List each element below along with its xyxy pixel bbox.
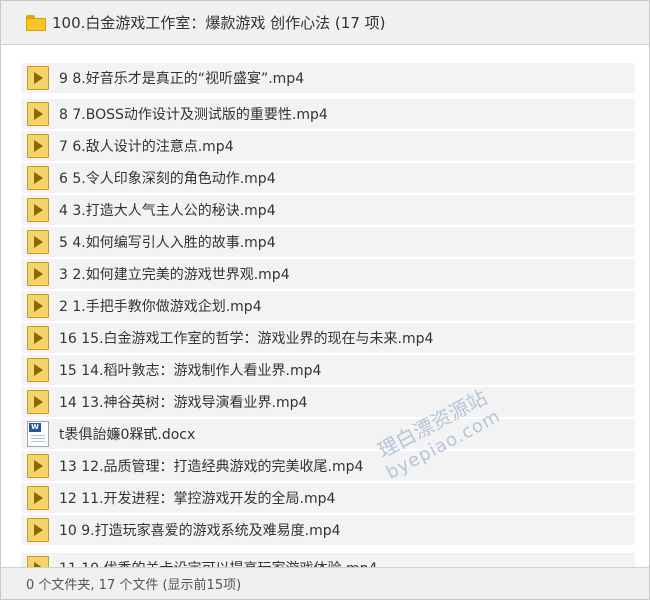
file-name: 14 13.神谷英树：游戏导演看业界.mp4 — [59, 395, 308, 411]
file-list-window: 100.白金游戏工作室：爆款游戏 创作心法 (17 项) 9 8.好音乐才是真正… — [0, 0, 650, 600]
file-row[interactable]: 14 13.神谷英树：游戏导演看业界.mp4 — [21, 387, 635, 417]
video-file-icon — [27, 134, 49, 158]
file-row[interactable]: 2 1.手把手教你做游戏企划.mp4 — [21, 291, 635, 321]
file-row[interactable]: 5 4.如何编写引人入胜的故事.mp4 — [21, 227, 635, 257]
file-name: t褁俱詒嬚0槑甙.docx — [59, 427, 196, 443]
video-file-icon — [27, 486, 49, 510]
video-file-icon — [27, 262, 49, 286]
file-name: 6 5.令人印象深刻的角色动作.mp4 — [59, 171, 276, 187]
status-text: 0 个文件夹, 17 个文件 (显示前15项) — [26, 578, 242, 593]
video-file-icon — [27, 358, 49, 382]
folder-icon — [26, 14, 46, 31]
file-name: 11 10.优秀的关卡设定可以提高玩家游戏体验.mp4 — [59, 558, 377, 567]
file-row[interactable]: 9 8.好音乐才是真正的“视听盛宴”.mp4 — [21, 63, 635, 93]
video-file-icon — [27, 102, 49, 126]
status-bar: 0 个文件夹, 17 个文件 (显示前15项) — [1, 567, 649, 599]
video-file-icon — [27, 556, 49, 567]
file-name: 13 12.品质管理：打造经典游戏的完美收尾.mp4 — [59, 459, 364, 475]
word-badge: W — [29, 423, 41, 432]
file-name: 4 3.打造大人气主人公的秘诀.mp4 — [59, 203, 276, 219]
file-row[interactable]: 12 11.开发进程：掌控游戏开发的全局.mp4 — [21, 483, 635, 513]
file-name: 5 4.如何编写引人入胜的故事.mp4 — [59, 235, 276, 251]
folder-title: 100.白金游戏工作室：爆款游戏 创作心法 (17 项) — [52, 14, 386, 32]
video-file-icon — [27, 66, 49, 90]
file-name: 9 8.好音乐才是真正的“视听盛宴”.mp4 — [59, 71, 305, 87]
file-row[interactable]: W t褁俱詒嬚0槑甙.docx — [21, 419, 635, 449]
video-file-icon — [27, 390, 49, 414]
file-row[interactable]: 15 14.稻叶敦志：游戏制作人看业界.mp4 — [21, 355, 635, 385]
file-row[interactable]: 3 2.如何建立完美的游戏世界观.mp4 — [21, 259, 635, 289]
video-file-icon — [27, 198, 49, 222]
file-row[interactable]: 7 6.敌人设计的注意点.mp4 — [21, 131, 635, 161]
file-name: 3 2.如何建立完美的游戏世界观.mp4 — [59, 267, 290, 283]
file-row[interactable]: 16 15.白金游戏工作室的哲学：游戏业界的现在与未来.mp4 — [21, 323, 635, 353]
video-file-icon — [27, 166, 49, 190]
file-row[interactable]: 6 5.令人印象深刻的角色动作.mp4 — [21, 163, 635, 193]
file-name: 15 14.稻叶敦志：游戏制作人看业界.mp4 — [59, 363, 322, 379]
video-file-icon — [27, 518, 49, 542]
file-row[interactable]: 8 7.BOSS动作设计及测试版的重要性.mp4 — [21, 99, 635, 129]
file-name: 2 1.手把手教你做游戏企划.mp4 — [59, 299, 262, 315]
file-row[interactable]: 10 9.打造玩家喜爱的游戏系统及难易度.mp4 — [21, 515, 635, 545]
file-row[interactable]: 4 3.打造大人气主人公的秘诀.mp4 — [21, 195, 635, 225]
file-row[interactable]: 11 10.优秀的关卡设定可以提高玩家游戏体验.mp4 — [21, 553, 635, 567]
file-list[interactable]: 9 8.好音乐才是真正的“视听盛宴”.mp4 8 7.BOSS动作设计及测试版的… — [1, 45, 649, 567]
file-name: 8 7.BOSS动作设计及测试版的重要性.mp4 — [59, 107, 328, 123]
video-file-icon — [27, 326, 49, 350]
video-file-icon — [27, 454, 49, 478]
file-name: 7 6.敌人设计的注意点.mp4 — [59, 139, 234, 155]
file-name: 10 9.打造玩家喜爱的游戏系统及难易度.mp4 — [59, 523, 341, 539]
file-name: 16 15.白金游戏工作室的哲学：游戏业界的现在与未来.mp4 — [59, 331, 434, 347]
file-row[interactable]: 13 12.品质管理：打造经典游戏的完美收尾.mp4 — [21, 451, 635, 481]
video-file-icon — [27, 294, 49, 318]
title-bar: 100.白金游戏工作室：爆款游戏 创作心法 (17 项) — [1, 1, 649, 45]
video-file-icon — [27, 230, 49, 254]
word-document-icon: W — [27, 421, 49, 447]
file-name: 12 11.开发进程：掌控游戏开发的全局.mp4 — [59, 491, 336, 507]
